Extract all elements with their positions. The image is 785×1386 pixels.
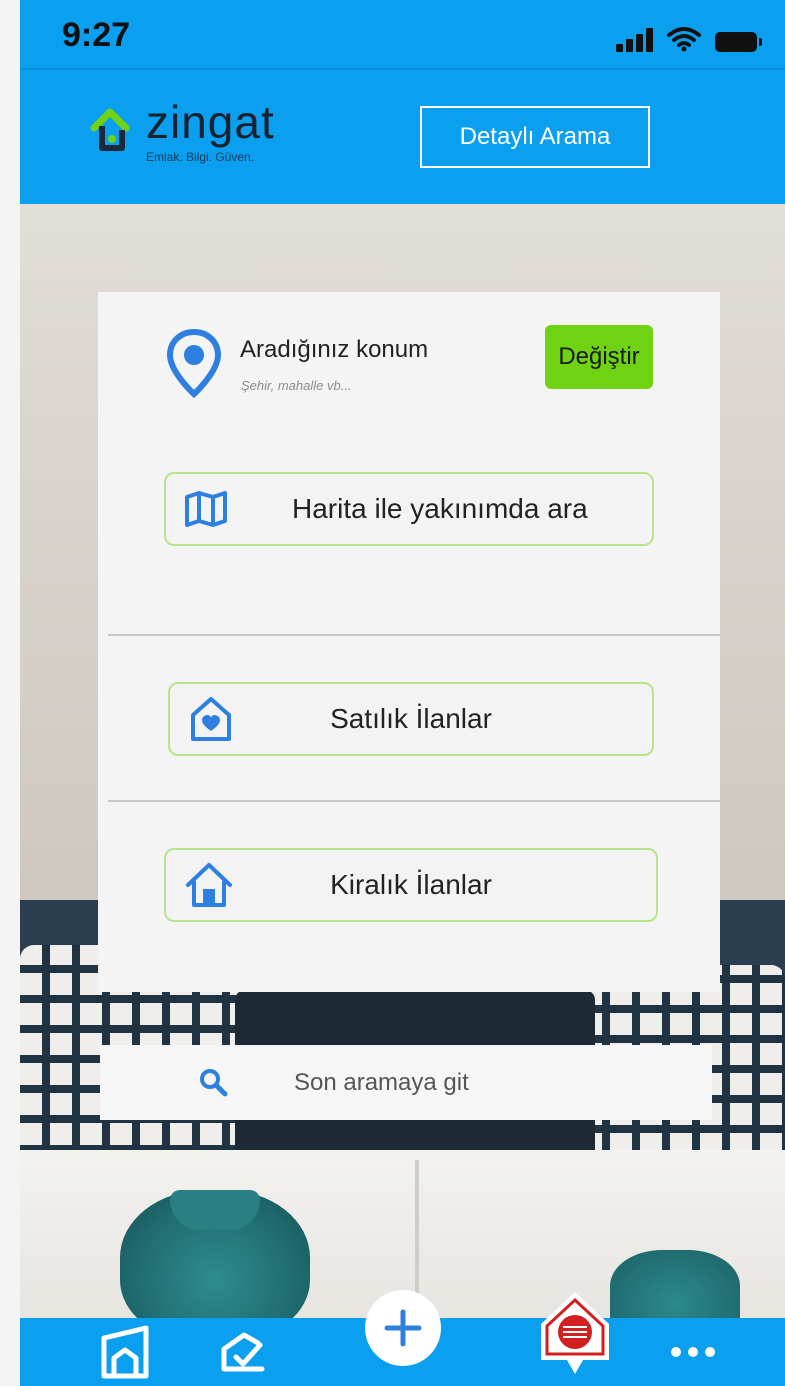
logo-text: zingat <box>146 96 275 148</box>
status-bar: 9:27 <box>20 0 785 68</box>
for-sale-label: Satılık İlanlar <box>330 703 492 734</box>
app-header: zingat Emlak. Bilgi. Güven. Detaylı Aram… <box>20 68 785 204</box>
house-icon <box>186 863 232 907</box>
home-icon <box>101 1325 149 1379</box>
logo-tagline: Emlak. Bilgi. Güven. <box>146 150 255 164</box>
zingat-logo[interactable]: zingat Emlak. Bilgi. Güven. <box>90 96 275 164</box>
status-icons <box>616 22 762 52</box>
map-search-label: Harita ile yakınımda ara <box>292 493 588 524</box>
map-icon <box>185 491 227 527</box>
location-pin-icon <box>166 328 222 398</box>
nav-more[interactable] <box>648 1318 738 1386</box>
for-rent-label: Kiralık İlanlar <box>330 869 492 900</box>
search-icon <box>200 1069 228 1097</box>
last-search-label: Son aramaya git <box>294 1069 469 1096</box>
last-search-button[interactable]: Son aramaya git <box>100 1045 712 1120</box>
plus-icon <box>384 1309 422 1347</box>
card-divider <box>108 634 720 636</box>
for-rent-button[interactable]: Kiralık İlanlar <box>164 848 658 922</box>
battery-icon <box>715 32 762 52</box>
checklist-icon <box>221 1332 265 1372</box>
nav-checklist[interactable] <box>208 1318 278 1386</box>
nav-home[interactable] <box>90 1318 160 1386</box>
zingat-logo-icon <box>90 108 130 151</box>
change-location-button[interactable]: Değiştir <box>545 325 653 389</box>
map-search-button[interactable]: Harita ile yakınımda ara <box>164 472 654 546</box>
zingat-badge-icon <box>541 1292 609 1374</box>
location-subtitle: Şehir, mahalle vb... <box>241 378 352 393</box>
detailed-search-button[interactable]: Detaylı Arama <box>420 106 650 168</box>
nav-add-button[interactable] <box>365 1290 441 1366</box>
background-vase-neck <box>170 1190 260 1230</box>
house-heart-icon <box>191 697 231 741</box>
signal-icon <box>616 28 653 52</box>
phone-screen: 9:27 zingat Emlak. Bilgi. Güven. Detaylı… <box>20 0 785 1386</box>
status-time: 9:27 <box>62 16 131 54</box>
card-divider <box>108 800 720 802</box>
more-icon <box>671 1347 715 1357</box>
wifi-icon <box>667 27 701 52</box>
for-sale-button[interactable]: Satılık İlanlar <box>168 682 654 756</box>
location-title: Aradığınız konum <box>240 336 429 363</box>
nav-zingat-badge[interactable] <box>535 1288 615 1378</box>
search-card: Aradığınız konum Şehir, mahalle vb... De… <box>98 292 720 992</box>
